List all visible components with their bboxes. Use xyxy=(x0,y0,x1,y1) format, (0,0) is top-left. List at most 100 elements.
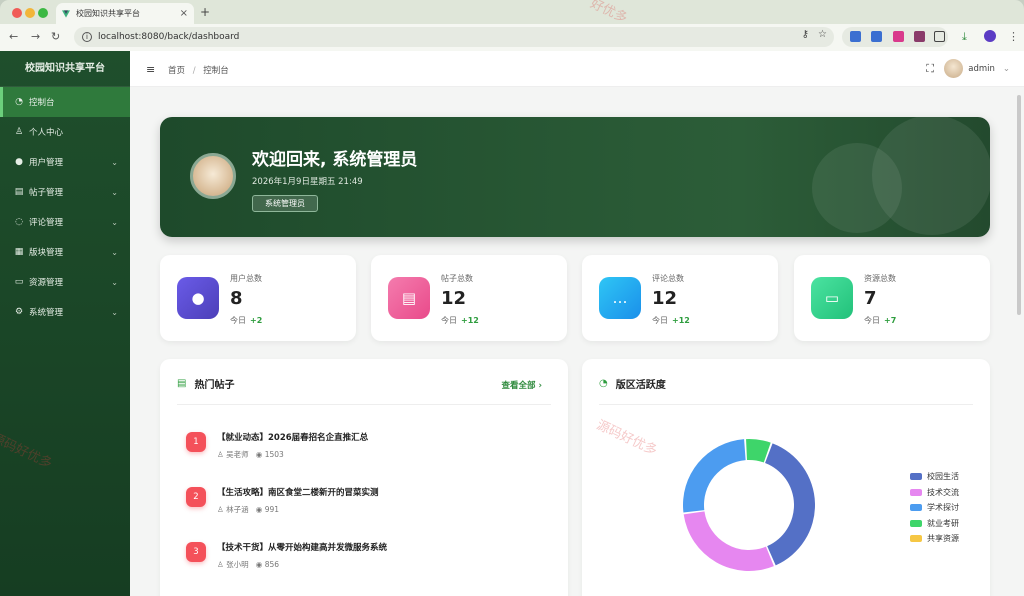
extension-icon[interactable] xyxy=(914,31,925,42)
legend-item[interactable]: 校园生活 xyxy=(910,469,959,485)
user-menu[interactable]: admin ⌄ xyxy=(944,59,1010,78)
sidebar-item-label: 控制台 xyxy=(29,98,55,108)
legend-swatch xyxy=(910,488,922,496)
sidebar-item-dashboard[interactable]: ◔ 控制台 xyxy=(0,87,130,117)
minimize-window-button[interactable] xyxy=(25,8,35,18)
sidebar-item-profile[interactable]: ♙ 个人中心 xyxy=(0,117,130,147)
puzzle-icon[interactable] xyxy=(934,31,945,42)
hamburger-icon[interactable]: ≡ xyxy=(146,63,155,76)
site-info-icon[interactable]: i xyxy=(82,32,92,42)
current-date: 2026年1月9日星期五 21:49 xyxy=(252,177,363,187)
fullscreen-icon[interactable]: ⛶ xyxy=(926,62,934,76)
zoom-window-button[interactable] xyxy=(38,8,48,18)
back-icon[interactable]: ← xyxy=(9,30,18,43)
close-tab-icon[interactable]: × xyxy=(180,8,188,19)
list-item[interactable]: 1 【就业动态】2026届春招名企直推汇总 ♙ 吴老师 ◉ 1503 xyxy=(186,429,546,469)
sidebar-item-system[interactable]: ⚙ 系统管理 ⌄ xyxy=(0,297,130,327)
list-item[interactable]: 3 【技术干货】从零开始构建高并发微服务系统 ♙ 张小明 ◉ 856 xyxy=(186,539,546,579)
address-row: ← → ↻ i localhost:8080/back/dashboard ⚷ … xyxy=(0,24,1024,51)
key-icon[interactable]: ⚷ xyxy=(802,29,809,40)
activity-panel: ◔ 版区活跃度 校园生活 技术交流 学术探讨 就业考研 共享资源 xyxy=(582,359,990,596)
eye-icon: ◉ xyxy=(255,450,263,459)
hot-posts-panel: ▤ 热门帖子 查看全部 › 1 【就业动态】2026届春招名企直推汇总 ♙ 吴老… xyxy=(160,359,568,596)
new-tab-button[interactable]: + xyxy=(200,5,210,19)
avatar xyxy=(190,153,236,199)
grid-icon: ▦ xyxy=(14,247,24,257)
post-meta: ♙ 张小明 ◉ 856 xyxy=(217,560,280,569)
top-bar: ≡ 首页 / 控制台 ⛶ admin ⌄ xyxy=(130,51,1024,87)
stat-card-comments[interactable]: … 评论总数 12 今日 +12 xyxy=(582,255,778,341)
rank-badge: 1 xyxy=(186,432,206,452)
divider xyxy=(177,404,551,405)
sidebar-item-label: 个人中心 xyxy=(29,128,64,138)
reload-icon[interactable]: ↻ xyxy=(51,30,60,43)
legend-swatch xyxy=(910,519,922,527)
legend-item[interactable]: 技术交流 xyxy=(910,485,959,501)
extension-icon[interactable] xyxy=(871,31,882,42)
legend-item[interactable]: 共享资源 xyxy=(910,531,959,547)
document-icon: ▤ xyxy=(177,378,187,389)
bookmark-star-icon[interactable]: ☆ xyxy=(818,29,827,40)
stat-label: 用户总数 xyxy=(230,274,262,283)
eye-icon: ◉ xyxy=(255,560,263,569)
chat-icon: ◌ xyxy=(15,217,23,227)
sidebar-item-boards[interactable]: ▦ 版块管理 ⌄ xyxy=(0,237,130,267)
sidebar-item-users[interactable]: ● 用户管理 ⌄ xyxy=(0,147,130,177)
chevron-down-icon: ⌄ xyxy=(111,217,118,227)
menu-dots-icon[interactable]: ⋮ xyxy=(1008,30,1019,43)
scrollbar[interactable] xyxy=(1017,95,1021,315)
extension-icon[interactable] xyxy=(850,31,861,42)
username: admin xyxy=(968,63,995,74)
stat-label: 资源总数 xyxy=(864,274,896,283)
tab-title: 校园知识共享平台 xyxy=(76,9,140,18)
legend-item[interactable]: 就业考研 xyxy=(910,516,959,532)
donut-slice[interactable] xyxy=(683,439,746,513)
sidebar-item-resources[interactable]: ▭ 资源管理 ⌄ xyxy=(0,267,130,297)
sidebar-item-label: 用户管理 xyxy=(29,158,64,168)
donut-slice[interactable] xyxy=(765,443,815,566)
document-icon: ▤ xyxy=(388,277,430,319)
stat-card-users[interactable]: ● 用户总数 8 今日 +2 xyxy=(160,255,356,341)
sidebar-item-label: 评论管理 xyxy=(29,218,64,228)
post-title[interactable]: 【技术干货】从零开始构建高并发微服务系统 xyxy=(217,541,387,553)
forward-icon[interactable]: → xyxy=(31,30,40,43)
profile-icon[interactable] xyxy=(984,30,996,42)
stat-label: 帖子总数 xyxy=(441,274,473,283)
download-icon[interactable]: ⤓ xyxy=(962,30,967,44)
stat-card-resources[interactable]: ▭ 资源总数 7 今日 +7 xyxy=(794,255,990,341)
dashboard-icon: ◔ xyxy=(15,97,23,107)
stat-card-posts[interactable]: ▤ 帖子总数 12 今日 +12 xyxy=(371,255,567,341)
legend-label: 校园生活 xyxy=(927,472,959,482)
user-icon: ● xyxy=(15,157,23,167)
sidebar-brand: 校园知识共享平台 xyxy=(0,51,130,87)
extensions-bar xyxy=(842,27,948,47)
sidebar-item-posts[interactable]: ▤ 帖子管理 ⌄ xyxy=(0,177,130,207)
avatar xyxy=(944,59,964,78)
sidebar-item-comments[interactable]: ◌ 评论管理 ⌄ xyxy=(0,207,130,237)
browser-tab[interactable]: 校园知识共享平台 × xyxy=(56,3,194,24)
post-title[interactable]: 【就业动态】2026届春招名企直推汇总 xyxy=(217,431,368,443)
address-bar[interactable]: i localhost:8080/back/dashboard xyxy=(74,27,834,47)
extension-icon[interactable] xyxy=(893,31,904,42)
chevron-down-icon: ⌄ xyxy=(111,187,118,197)
eye-icon: ◉ xyxy=(255,505,263,514)
view-all-link[interactable]: 查看全部 › xyxy=(502,379,542,391)
donut-slice[interactable] xyxy=(683,511,774,571)
close-window-button[interactable] xyxy=(12,8,22,18)
sidebar-item-label: 系统管理 xyxy=(29,308,64,318)
legend-item[interactable]: 学术探讨 xyxy=(910,500,959,516)
chat-icon: … xyxy=(599,277,641,319)
role-badge: 系统管理员 xyxy=(252,195,318,212)
folder-icon: ▭ xyxy=(811,277,853,319)
list-item[interactable]: 2 【生活攻略】南区食堂二楼新开的冒菜实测 ♙ 林子涵 ◉ 991 xyxy=(186,484,546,524)
post-title[interactable]: 【生活攻略】南区食堂二楼新开的冒菜实测 xyxy=(217,486,379,498)
legend-label: 学术探讨 xyxy=(927,503,959,513)
breadcrumb-home[interactable]: 首页 xyxy=(168,66,185,76)
stat-value: 7 xyxy=(864,288,877,309)
panel-title: ▤ 热门帖子 xyxy=(177,376,234,391)
welcome-banner: 欢迎回来, 系统管理员 2026年1月9日星期五 21:49 系统管理员 xyxy=(160,117,990,237)
legend-label: 就业考研 xyxy=(927,518,959,528)
sidebar: 校园知识共享平台 ◔ 控制台 ♙ 个人中心 ● 用户管理 ⌄ ▤ 帖子管理 ⌄ … xyxy=(0,51,130,596)
sidebar-item-label: 版块管理 xyxy=(29,248,64,258)
decor-circle xyxy=(872,117,990,235)
